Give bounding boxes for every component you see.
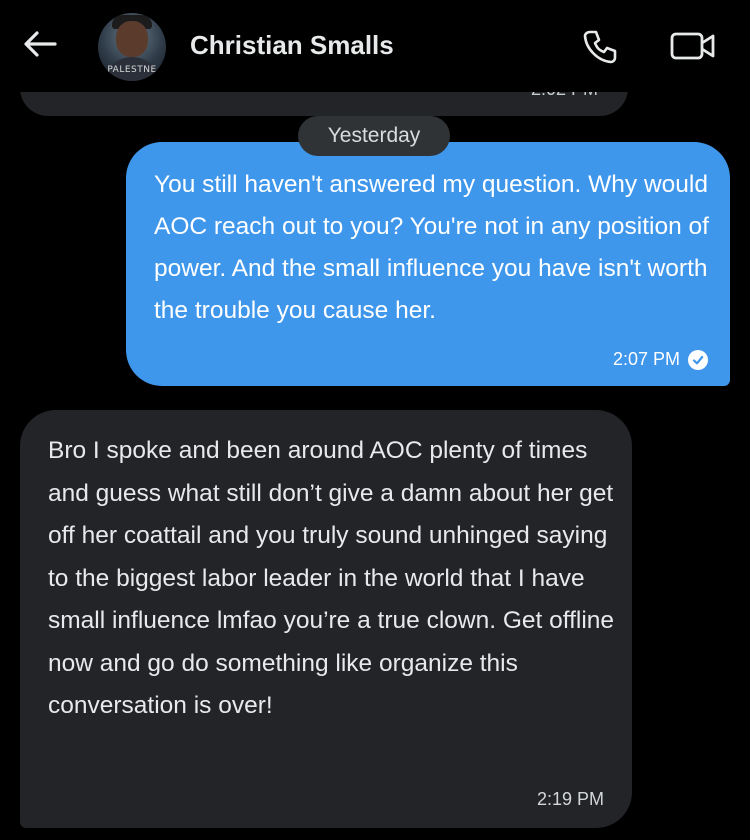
sent-message-text: You still haven't answered my question. … <box>154 171 709 324</box>
sent-message-bubble[interactable]: You still haven't answered my question. … <box>126 142 730 386</box>
date-separator: Yesterday <box>298 116 450 156</box>
received-message-time: 2:19 PM <box>536 789 604 809</box>
sent-message-time: 2:07 PM <box>612 349 680 369</box>
video-camera-icon <box>670 32 715 60</box>
phone-icon <box>583 30 617 64</box>
video-call-button[interactable] <box>666 24 720 68</box>
conversation-header: PALESTNE Christian Smalls <box>0 0 750 92</box>
call-button[interactable] <box>578 24 622 68</box>
back-button[interactable] <box>18 22 62 66</box>
received-message-text: Bro I spoke and been around AOC plenty o… <box>48 437 615 719</box>
sent-message-meta: 2:07 PM <box>613 349 708 370</box>
back-arrow-icon <box>24 31 57 57</box>
received-message-bubble[interactable]: Bro I spoke and been around AOC plenty o… <box>20 410 632 828</box>
contact-name[interactable]: Christian Smalls <box>190 28 394 62</box>
avatar-shirt-text: PALESTNE <box>107 65 157 75</box>
avatar[interactable]: PALESTNE <box>98 13 166 81</box>
read-check-icon <box>688 349 708 370</box>
